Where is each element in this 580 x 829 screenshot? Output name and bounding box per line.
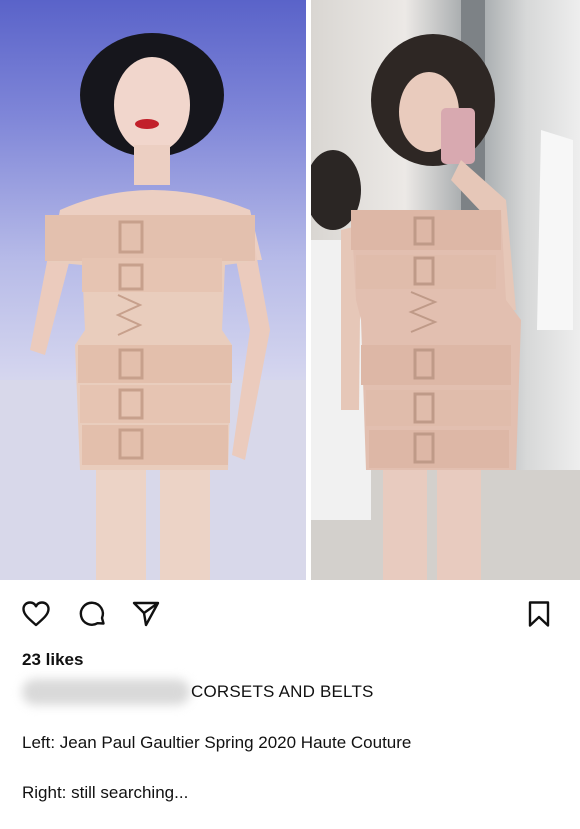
heart-icon <box>22 601 50 627</box>
action-bar <box>0 596 580 636</box>
comment-button[interactable] <box>74 596 110 632</box>
comment-icon <box>79 601 105 626</box>
caption-line-left: Left: Jean Paul Gaultier Spring 2020 Hau… <box>22 733 412 752</box>
caption-line-right: Right: still searching... <box>22 783 189 802</box>
like-button[interactable] <box>18 596 54 632</box>
bookmark-icon <box>528 601 550 627</box>
blurred-username[interactable] <box>22 679 190 705</box>
post-image[interactable] <box>0 0 580 580</box>
caption-header: CORSETS AND BELTS <box>22 676 562 706</box>
paper-plane-icon <box>132 601 160 627</box>
caption-heading: CORSETS AND BELTS <box>191 682 374 701</box>
save-button[interactable] <box>521 596 557 632</box>
likes-count[interactable]: 23 likes <box>22 650 83 670</box>
right-photo <box>311 0 580 580</box>
share-button[interactable] <box>128 596 164 632</box>
left-photo <box>0 0 306 580</box>
